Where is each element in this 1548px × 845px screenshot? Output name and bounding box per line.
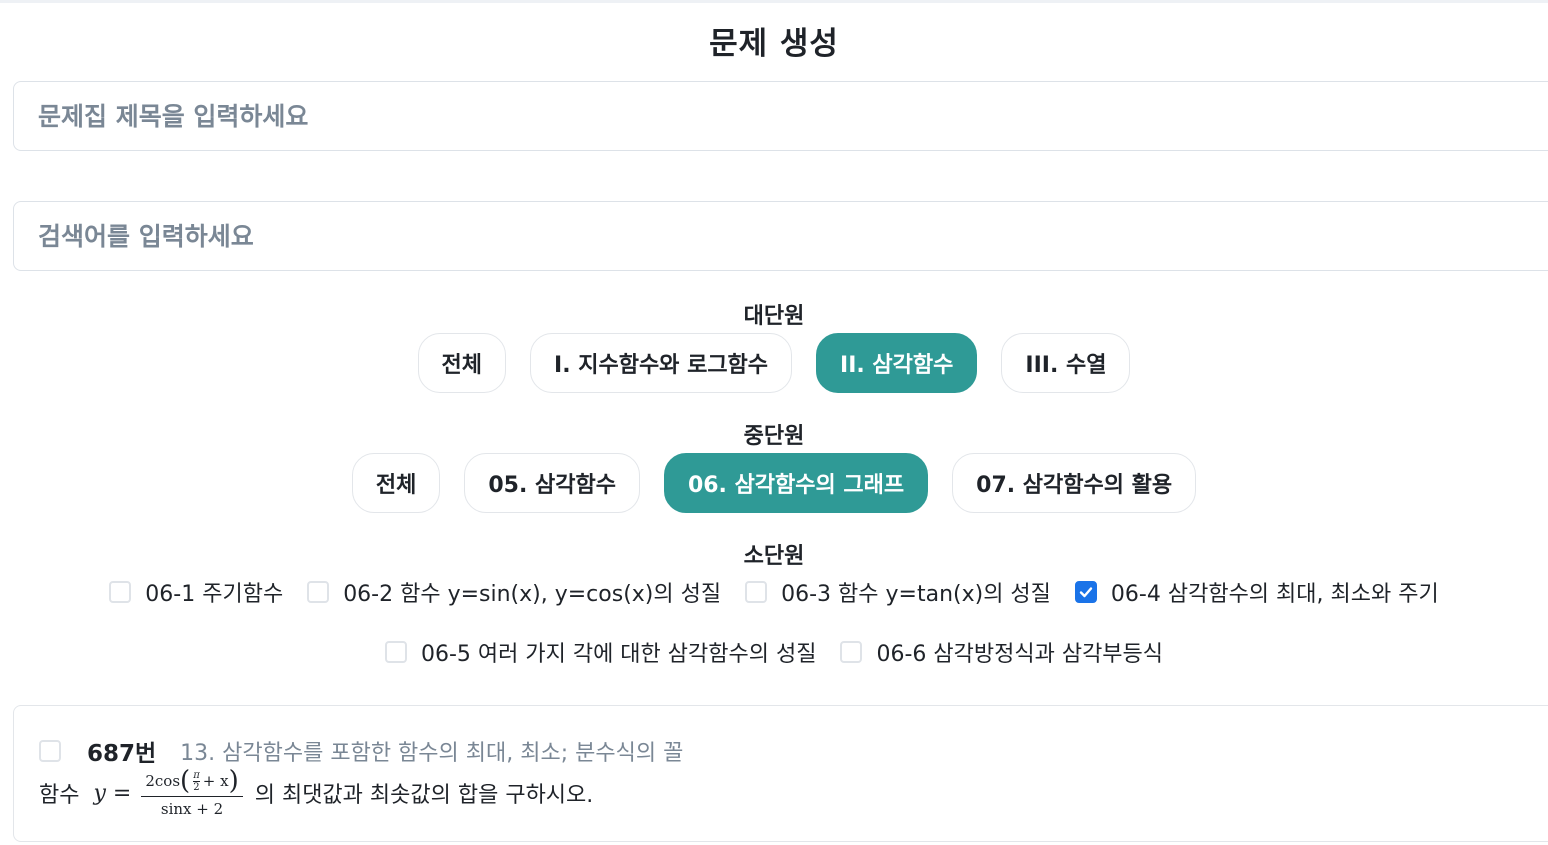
major-unit-label: 대단원 (743, 304, 805, 329)
pi-over-two: π 2 (193, 770, 200, 793)
middle-unit-label: 중단원 (743, 424, 805, 449)
minor-unit-label: 소단원 (743, 544, 805, 569)
search-input[interactable] (13, 201, 1548, 271)
minor-unit-06-2[interactable]: 06-2 함수 y=sin(x), y=cos(x)의 성질 (307, 576, 721, 608)
minor-unit-06-6[interactable]: 06-6 삼각방정식과 삼각부등식 (840, 636, 1163, 668)
checkbox[interactable] (384, 641, 407, 663)
checkbox[interactable] (745, 581, 768, 603)
numerator-cos: 2cos (145, 772, 181, 790)
minor-unit-06-4[interactable]: 06-4 삼각함수의 최대, 최소와 주기 (1074, 576, 1439, 608)
problem-topic: 13. 삼각함수를 포함한 함수의 최대, 최소; 분수식의 꼴 (180, 741, 684, 766)
checkmark-icon (1079, 587, 1093, 598)
major-unit-all[interactable]: 전체 (417, 333, 507, 393)
middle-unit-filter: 전체 05. 삼각함수 06. 삼각함수의 그래프 07. 삼각함수의 활용 (0, 453, 1548, 513)
paren-close: ) (228, 766, 239, 796)
minor-unit-label-text: 06-6 삼각방정식과 삼각부등식 (876, 642, 1164, 667)
paren-open: ( (180, 766, 191, 796)
checkbox[interactable] (307, 581, 330, 603)
page-title: 문제 생성 (709, 26, 839, 62)
minor-unit-label-text: 06-2 함수 y=sin(x), y=cos(x)의 성질 (343, 582, 722, 607)
middle-unit-all[interactable]: 전체 (351, 453, 441, 513)
major-unit-exp-log[interactable]: I. 지수함수와 로그함수 (530, 333, 793, 393)
problem-text-prefix: 함수 (39, 783, 80, 808)
minor-unit-06-3[interactable]: 06-3 함수 y=tan(x)의 성질 (745, 576, 1051, 608)
math-numerator: 2cos ( π 2 + x ) (141, 766, 243, 797)
checkbox-checked[interactable] (1074, 581, 1097, 603)
major-unit-sequence[interactable]: III. 수열 (1001, 333, 1131, 393)
checkbox[interactable] (109, 581, 132, 603)
major-unit-filter: 전체 I. 지수함수와 로그함수 II. 삼각함수 III. 수열 (0, 333, 1548, 393)
minor-unit-label-text: 06-3 함수 y=tan(x)의 성질 (781, 582, 1051, 607)
minor-unit-label-text: 06-5 여러 가지 각에 대한 삼각함수의 성질 (420, 642, 817, 667)
top-divider (0, 0, 1548, 3)
minor-unit-label-text: 06-1 주기함수 (145, 582, 284, 607)
two-symbol: 2 (193, 781, 200, 793)
middle-unit-06[interactable]: 06. 삼각함수의 그래프 (663, 453, 929, 513)
numerator-post: + x (202, 772, 229, 790)
math-fraction: 2cos ( π 2 + x ) sinx + 2 (141, 766, 243, 818)
problem-text-suffix: 의 최댓값과 최솟값의 합을 구하시오. (254, 783, 594, 808)
minor-unit-row-1: 06-1 주기함수 06-2 함수 y=sin(x), y=cos(x)의 성질… (0, 576, 1548, 608)
minor-unit-label-text: 06-4 삼각함수의 최대, 최소와 주기 (1110, 582, 1439, 607)
workbook-title-input[interactable] (13, 81, 1548, 151)
problem-card[interactable]: 687번 13. 삼각함수를 포함한 함수의 최대, 최소; 분수식의 꼴 함수… (13, 705, 1548, 842)
math-denominator: sinx + 2 (160, 800, 224, 818)
problem-header: 687번 13. 삼각함수를 포함한 함수의 최대, 최소; 분수식의 꼴 (39, 734, 683, 768)
problem-number: 687번 (87, 741, 157, 767)
middle-unit-07[interactable]: 07. 삼각함수의 활용 (952, 453, 1197, 513)
minor-unit-06-5[interactable]: 06-5 여러 가지 각에 대한 삼각함수의 성질 (384, 636, 817, 668)
checkbox[interactable] (840, 641, 863, 663)
problem-statement: 함수 y = 2cos ( π 2 + x ) sinx + 2 의 최댓값과 … (39, 768, 593, 818)
minor-unit-06-1[interactable]: 06-1 주기함수 (109, 576, 283, 608)
minor-unit-row-2: 06-5 여러 가지 각에 대한 삼각함수의 성질 06-6 삼각방정식과 삼각… (0, 636, 1548, 668)
math-lhs: y = (93, 780, 132, 806)
problem-select-checkbox[interactable] (39, 740, 61, 762)
middle-unit-05[interactable]: 05. 삼각함수 (464, 453, 640, 513)
pi-symbol: π (193, 769, 200, 782)
major-unit-trig[interactable]: II. 삼각함수 (816, 333, 978, 393)
